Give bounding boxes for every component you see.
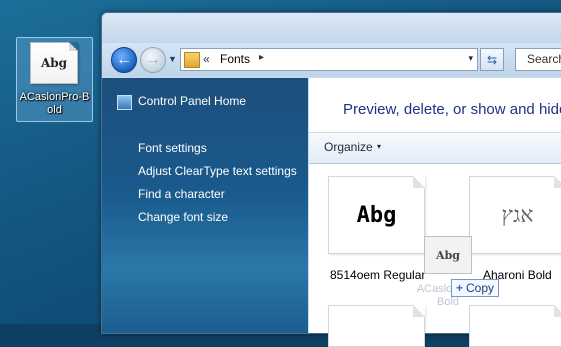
copy-tooltip-text: Copy (466, 281, 495, 295)
address-chevrons[interactable]: « (203, 52, 210, 66)
navigation-bar: ← → ▼ « Fonts ▸ ▾ ⇆ Search (102, 43, 561, 77)
drag-ghost-sample: Abg (436, 248, 460, 262)
address-dropdown-icon[interactable]: ▾ (468, 53, 473, 64)
search-placeholder: Search (527, 52, 561, 66)
back-arrow-icon: ← (116, 51, 132, 68)
copy-tooltip: + Copy (451, 279, 500, 297)
control-panel-icon (117, 95, 132, 110)
search-input[interactable]: Search (515, 48, 561, 71)
font-name-label: 8514oem Regular (330, 268, 426, 282)
font-sample: Abg (356, 202, 397, 228)
desktop-font-file-icon[interactable]: Abg ACaslonPro-Bold (16, 37, 93, 122)
organize-dropdown-icon[interactable]: ▾ (377, 142, 381, 151)
font-file-icon: Abg (30, 42, 78, 84)
font-tile-aharoni[interactable]: אגץ (469, 176, 561, 254)
title-bar[interactable] (102, 13, 561, 43)
recent-pages-arrow-icon[interactable]: ▼ (168, 54, 177, 64)
change-font-size-link[interactable]: Change font size (138, 210, 228, 224)
organize-button[interactable]: Organize (324, 140, 373, 154)
plus-icon: + (456, 281, 464, 295)
address-separator-icon[interactable]: ▸ (259, 52, 264, 63)
desktop-icon-label: ACaslonPro-Bold (19, 91, 90, 116)
cleartype-settings-link[interactable]: Adjust ClearType text settings (138, 164, 297, 178)
control-panel-home-link[interactable]: Control Panel Home (138, 94, 246, 108)
font-sample: אגץ (501, 203, 534, 228)
command-bar: Organize ▾ (309, 132, 561, 164)
font-settings-link[interactable]: Font settings (138, 141, 207, 155)
task-pane: Control Panel Home Font settings Adjust … (102, 78, 308, 333)
font-tile[interactable] (469, 305, 561, 347)
forward-arrow-icon: → (145, 51, 161, 68)
refresh-button[interactable]: ⇆ (480, 48, 504, 71)
drag-ghost-font-file-icon: Abg (424, 236, 472, 274)
font-file-sample: Abg (40, 56, 68, 70)
address-path-fonts[interactable]: Fonts (220, 52, 250, 66)
fonts-folder-icon (184, 52, 200, 68)
address-bar[interactable]: « Fonts ▸ ▾ (180, 48, 478, 71)
forward-button[interactable]: → (140, 47, 166, 73)
back-button[interactable]: ← (111, 47, 137, 73)
page-title: Preview, delete, or show and hide (343, 101, 561, 118)
font-tile-8514oem[interactable]: Abg (328, 176, 425, 254)
refresh-icon: ⇆ (486, 52, 498, 67)
find-character-link[interactable]: Find a character (138, 187, 225, 201)
font-tile[interactable] (328, 305, 425, 347)
